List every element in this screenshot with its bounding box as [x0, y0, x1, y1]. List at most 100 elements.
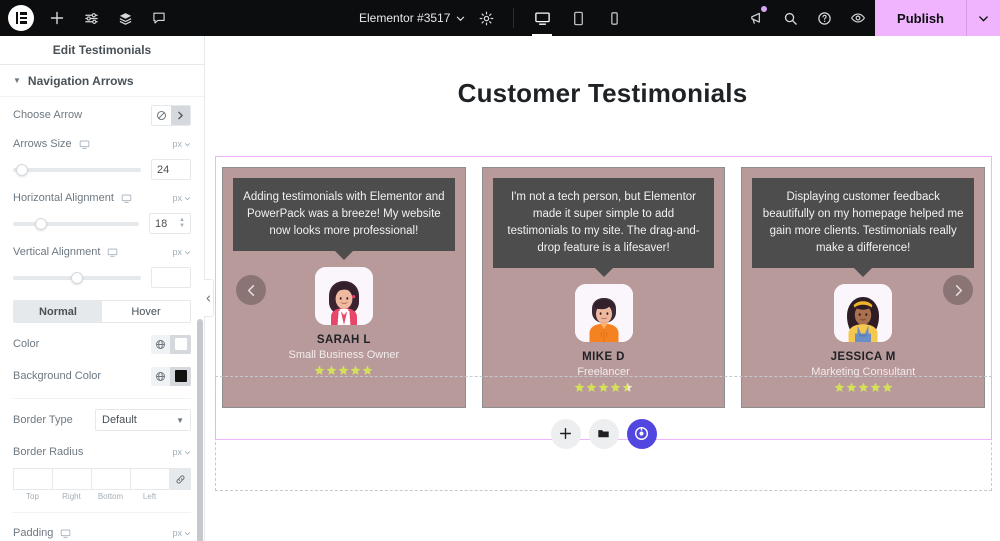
- slider-knob[interactable]: [34, 217, 47, 230]
- label-right: Right: [62, 492, 81, 501]
- elementor-logo-icon[interactable]: [8, 5, 34, 31]
- avatar: [834, 284, 893, 342]
- testimonial-role: Small Business Owner: [288, 349, 400, 361]
- border-radius-left-input[interactable]: [130, 468, 169, 490]
- testimonial-quote: Displaying customer feedback beautifully…: [752, 178, 975, 268]
- whats-new-megaphone-icon[interactable]: [739, 0, 773, 36]
- help-question-icon[interactable]: [807, 0, 841, 36]
- padding-unit[interactable]: px: [172, 528, 191, 538]
- panel-collapse-button[interactable]: [204, 279, 214, 317]
- border-type-select[interactable]: Default ▼: [95, 409, 191, 431]
- vertical-alignment-unit[interactable]: px: [172, 247, 191, 257]
- document-title-dropdown[interactable]: Elementor #3517: [355, 11, 469, 25]
- star-icon: [326, 365, 337, 375]
- border-radius-right-input[interactable]: [52, 468, 91, 490]
- slider-knob[interactable]: [15, 163, 28, 176]
- border-radius-top-input[interactable]: [13, 468, 52, 490]
- editor-panel: Edit Testimonials ▼ Navigation Arrows Ch…: [0, 36, 214, 541]
- section-navigation-arrows[interactable]: ▼ Navigation Arrows: [0, 65, 204, 97]
- page-title: Customer Testimonials: [457, 78, 748, 108]
- padding-label: Padding: [13, 527, 71, 539]
- comments-icon[interactable]: [142, 0, 176, 36]
- vertical-alignment-label: Vertical Alignment: [13, 246, 118, 258]
- vertical-alignment-input[interactable]: [151, 267, 191, 288]
- chevron-down-icon: [184, 142, 191, 146]
- slider-knob[interactable]: [71, 271, 83, 284]
- tab-normal[interactable]: Normal: [14, 301, 102, 322]
- add-new-section-dropzone[interactable]: [215, 376, 992, 491]
- chevron-down-icon: [184, 450, 191, 454]
- device-mode-group: [524, 0, 632, 36]
- chevron-down-icon: ▼: [13, 75, 21, 85]
- publish-button[interactable]: Publish: [875, 0, 966, 36]
- horizontal-alignment-input[interactable]: 18 ▲ ▼: [149, 213, 191, 234]
- device-mobile-button[interactable]: [596, 0, 632, 36]
- horizontal-alignment-label: Horizontal Alignment: [13, 192, 132, 204]
- editor-body: Edit Testimonials ▼ Navigation Arrows Ch…: [0, 36, 1000, 541]
- add-new-section-button[interactable]: [550, 418, 581, 449]
- elementor-ai-button[interactable]: [626, 418, 657, 449]
- toolbar-divider: [513, 8, 515, 28]
- globe-icon[interactable]: [151, 334, 170, 354]
- panel-header: Edit Testimonials: [0, 36, 204, 65]
- control-padding: Padding px 4 4 4: [0, 513, 204, 541]
- arrow-chevron-option[interactable]: [171, 105, 190, 125]
- control-background-color: Background Color: [0, 355, 204, 387]
- man-orange-hoodie-avatar: [574, 284, 633, 342]
- horizontal-alignment-slider[interactable]: [13, 217, 139, 230]
- stepper-icon[interactable]: ▲ ▼: [179, 217, 185, 229]
- carousel-prev-button[interactable]: [236, 275, 266, 305]
- border-radius-unit[interactable]: px: [172, 447, 191, 457]
- background-color-swatch[interactable]: [170, 366, 191, 386]
- unit-label: px: [172, 447, 182, 457]
- color-swatch[interactable]: [170, 334, 191, 354]
- device-tablet-button[interactable]: [560, 0, 596, 36]
- preview-changes-eye-icon[interactable]: [841, 0, 875, 36]
- star-icon: [350, 365, 361, 375]
- tab-hover[interactable]: Hover: [102, 301, 190, 322]
- arrow-none-option[interactable]: [152, 105, 171, 125]
- testimonial-cards: Adding testimonials with Elementor and P…: [216, 167, 991, 408]
- vertical-alignment-text: Vertical Alignment: [13, 246, 101, 258]
- site-settings-icon[interactable]: [74, 0, 108, 36]
- control-border-type: Border Type Default ▼: [0, 399, 204, 431]
- carousel-next-button[interactable]: [943, 275, 973, 305]
- toolbar-center-group: Elementor #3517: [355, 0, 632, 36]
- border-radius-bottom-input[interactable]: [91, 468, 130, 490]
- testimonial-card[interactable]: I'm not a tech person, but Elementor mad…: [481, 167, 726, 408]
- desktop-icon[interactable]: [60, 528, 71, 539]
- vertical-alignment-slider[interactable]: [13, 271, 141, 284]
- finder-search-icon[interactable]: [773, 0, 807, 36]
- chevron-right-icon: [178, 111, 183, 119]
- arrows-size-slider[interactable]: [13, 163, 141, 176]
- publish-options-caret[interactable]: [966, 0, 1000, 36]
- elementor-ai-icon: [634, 426, 649, 441]
- navigator-icon[interactable]: [108, 0, 142, 36]
- add-element-icon[interactable]: [40, 0, 74, 36]
- horizontal-alignment-value: 18: [155, 217, 168, 230]
- border-radius-link-icon[interactable]: [169, 468, 191, 490]
- desktop-icon[interactable]: [107, 247, 118, 258]
- unit-label: px: [172, 528, 182, 538]
- chevron-down-icon: [184, 196, 191, 200]
- chevron-down-icon: ▼: [176, 415, 184, 425]
- add-template-button[interactable]: [588, 418, 619, 449]
- border-radius-label: Border Radius: [13, 446, 84, 458]
- panel-title: Edit Testimonials: [52, 43, 152, 57]
- arrows-size-input[interactable]: 24: [151, 159, 191, 180]
- panel-scrollbar[interactable]: [197, 319, 203, 541]
- notification-badge: [761, 6, 768, 12]
- control-choose-arrow: Choose Arrow: [0, 97, 204, 126]
- device-desktop-button[interactable]: [524, 0, 560, 36]
- avatar-wrap: [752, 284, 974, 342]
- arrows-size-unit[interactable]: px: [172, 139, 191, 149]
- globe-icon[interactable]: [151, 366, 170, 386]
- control-color: Color: [0, 323, 204, 355]
- document-settings-gear-icon[interactable]: [469, 0, 503, 36]
- desktop-icon[interactable]: [79, 139, 90, 150]
- horizontal-alignment-unit[interactable]: px: [172, 193, 191, 203]
- label-bottom: Bottom: [97, 492, 124, 501]
- desktop-icon[interactable]: [121, 193, 132, 204]
- arrows-size-value: 24: [157, 163, 170, 176]
- state-tabs: Normal Hover: [13, 300, 191, 323]
